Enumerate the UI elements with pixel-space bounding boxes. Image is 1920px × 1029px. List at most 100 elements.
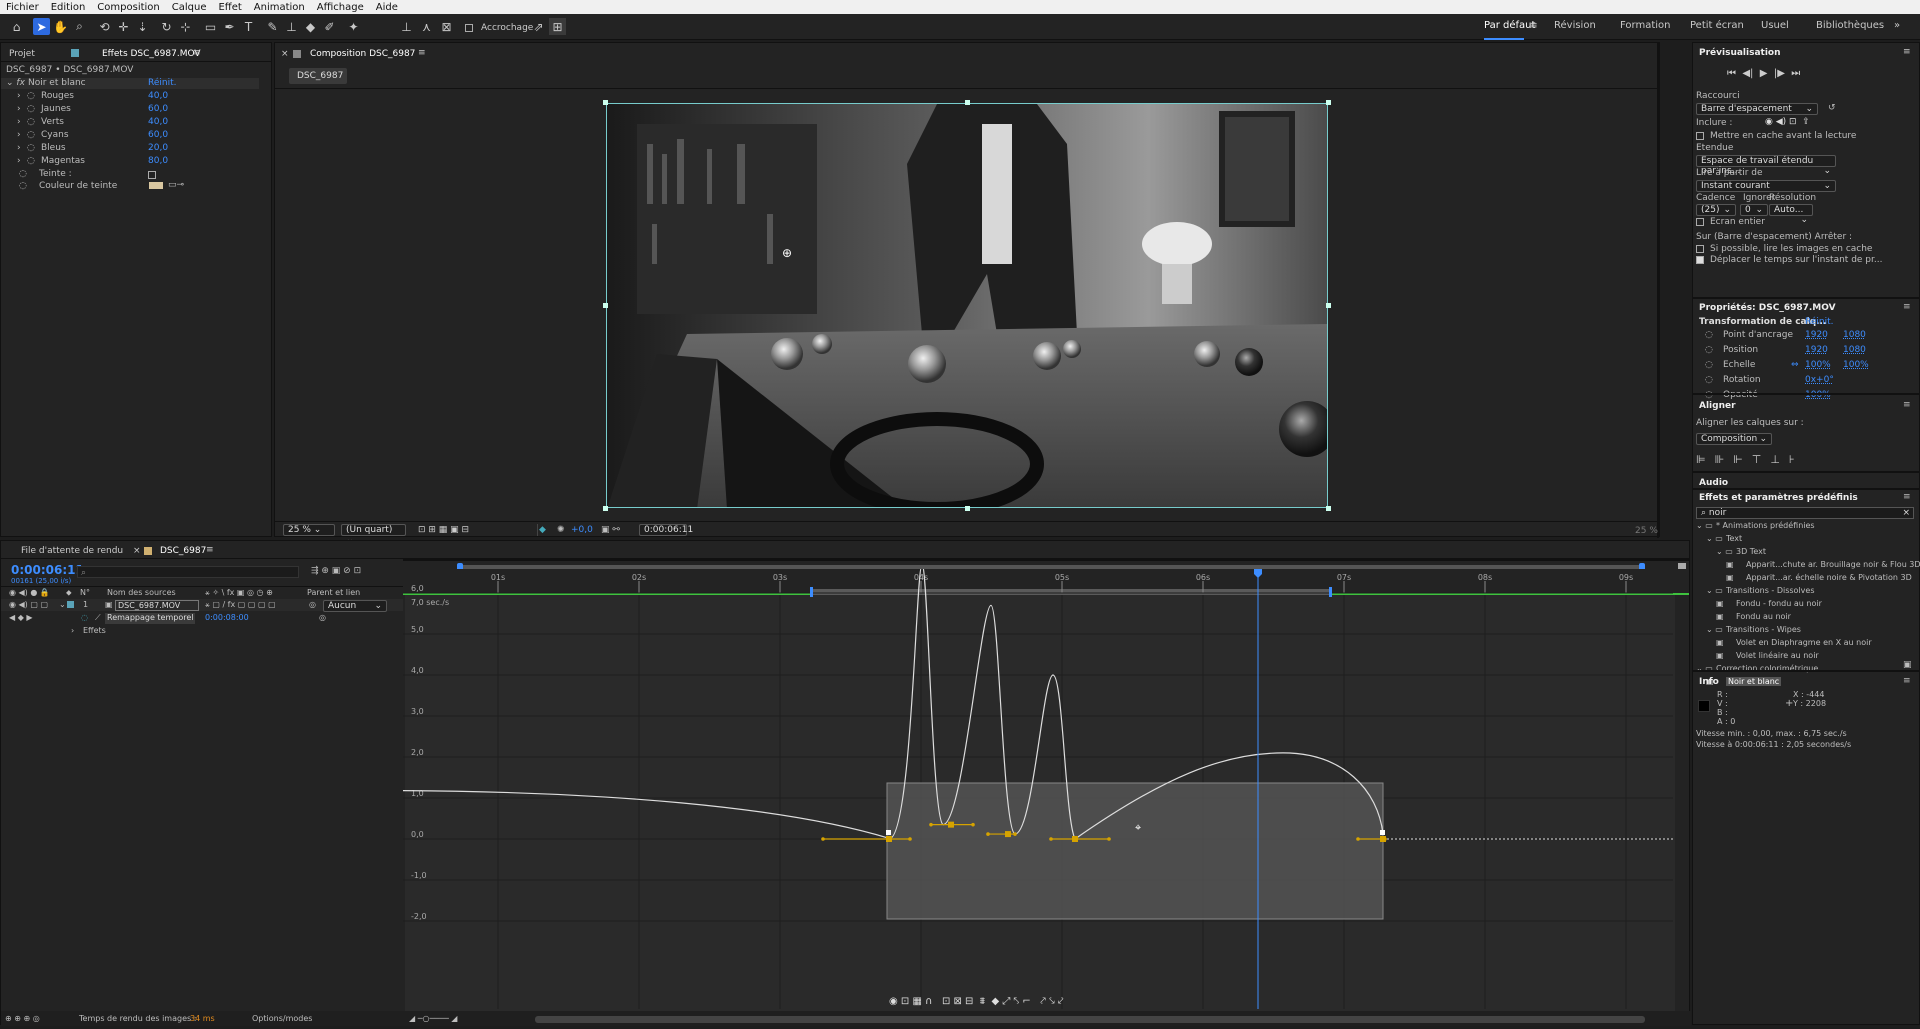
- pen-tool-icon[interactable]: ✒: [221, 18, 238, 35]
- keyframe-selection-box[interactable]: [886, 782, 1384, 920]
- snap-checkbox[interactable]: [465, 23, 473, 34]
- range-dropdown[interactable]: Espace de travail étendu par ins... ⌄: [1696, 155, 1836, 176]
- lock-icon[interactable]: [293, 50, 301, 58]
- bezier-handle[interactable]: [821, 837, 825, 841]
- tree-item[interactable]: Fondu au noir: [1736, 612, 1791, 621]
- tab-timeline-comp[interactable]: DSC_6987: [160, 546, 206, 556]
- exposure-value[interactable]: +0,0: [571, 525, 593, 535]
- keyframe-nav-icon[interactable]: ◀ ◆ ▶: [9, 613, 33, 622]
- tree-item[interactable]: Fondu - fondu au noir: [1736, 599, 1822, 608]
- panel-menu-icon[interactable]: ≡: [1903, 492, 1911, 502]
- snap-options-icon[interactable]: ⇗: [530, 18, 547, 35]
- preset-icon[interactable]: ▣: [1716, 612, 1724, 621]
- anchor-tool-icon[interactable]: ⊹: [177, 18, 194, 35]
- keyframe-marker[interactable]: [1380, 836, 1386, 842]
- workspace-overflow-icon[interactable]: »: [1894, 20, 1900, 31]
- property-value-1[interactable]: 0x+0°: [1805, 375, 1834, 385]
- stopwatch-icon[interactable]: ◌: [81, 613, 88, 622]
- tree-item[interactable]: Apparit...ar. échelle noire & Pivotation…: [1746, 573, 1912, 582]
- tree-item[interactable]: Volet linéaire au noir: [1736, 651, 1819, 660]
- bezier-handle[interactable]: [986, 832, 990, 836]
- expand-layer-icon[interactable]: ⌄: [59, 600, 66, 609]
- timeline-search-input[interactable]: ⌕: [77, 566, 299, 578]
- stopwatch-icon[interactable]: ◌: [1705, 330, 1713, 340]
- bezier-handle[interactable]: [929, 822, 933, 827]
- panel-menu-icon[interactable]: ≡: [1903, 400, 1911, 410]
- workspace-default[interactable]: Par défaut: [1484, 20, 1535, 31]
- tree-item[interactable]: Apparit...chute ar. Brouillage noir & Fl…: [1746, 560, 1920, 569]
- property-value-2[interactable]: 1080: [1843, 330, 1866, 340]
- menu-aide[interactable]: Aide: [370, 2, 404, 13]
- timeline-scrollbar[interactable]: [535, 1016, 1645, 1023]
- stopwatch-icon[interactable]: ◌: [27, 104, 35, 114]
- property-value-1[interactable]: 1920: [1805, 330, 1828, 340]
- property-value-1[interactable]: 100%: [1805, 390, 1831, 400]
- graph-editor[interactable]: 01s 02s 03s 04s 05s 06s 07s 08s 09s 7,0 sec./s 6,0…: [403, 569, 1689, 1029]
- stopwatch-icon[interactable]: ◌: [27, 130, 35, 140]
- preset-icon[interactable]: ▣: [1716, 599, 1724, 608]
- tab-render-queue[interactable]: File d'attente de rendu: [21, 546, 123, 556]
- panel-menu-icon[interactable]: ≡: [1903, 676, 1911, 686]
- snapshot-icon[interactable]: ▣ ⚯: [601, 525, 620, 535]
- snap-grid-icon[interactable]: ⊞: [549, 18, 566, 35]
- tree-item[interactable]: Volet en Diaphragme en X au noir: [1736, 638, 1872, 647]
- roto-brush-icon[interactable]: ✐: [321, 18, 338, 35]
- pickwhip-icon[interactable]: ◎: [319, 613, 326, 622]
- menu-calque[interactable]: Calque: [166, 2, 213, 13]
- expand-param-icon[interactable]: ›: [17, 143, 21, 153]
- bezier-handle[interactable]: [1356, 837, 1360, 841]
- expand-param-icon[interactable]: ›: [17, 156, 21, 166]
- stopwatch-icon[interactable]: ◌: [27, 156, 35, 166]
- preset-icon[interactable]: ▣: [1726, 560, 1734, 569]
- transform-handle[interactable]: [965, 506, 970, 511]
- comp-breadcrumb-chip[interactable]: DSC_6987: [289, 68, 347, 84]
- tab-composition[interactable]: Composition DSC_6987: [310, 49, 415, 59]
- tree-item[interactable]: Noir et blanc: [1726, 677, 1782, 686]
- folder-icon[interactable]: ⌄ ▭: [1716, 547, 1733, 556]
- time-remap-value[interactable]: 0:00:08:00: [205, 613, 249, 622]
- stopwatch-icon[interactable]: ◌: [27, 143, 35, 153]
- panel-menu-icon[interactable]: ≡: [193, 48, 201, 58]
- param-value[interactable]: 60,0: [148, 130, 168, 140]
- time-remap-label[interactable]: Remappage temporel: [105, 613, 195, 624]
- zoom-tool-icon[interactable]: ⌕: [71, 18, 88, 35]
- stopwatch-icon[interactable]: ◌: [1705, 345, 1713, 355]
- shortcut-dropdown[interactable]: Barre d'espacement ⌄: [1696, 103, 1818, 115]
- anchor-point-icon[interactable]: ⊕: [782, 246, 792, 260]
- tree-item[interactable]: Text: [1726, 534, 1742, 543]
- home-icon[interactable]: ⌂: [8, 18, 25, 35]
- tab-effect-controls[interactable]: Effets DSC_6987.MOV: [102, 49, 201, 59]
- workspace-formation[interactable]: Formation: [1620, 20, 1670, 31]
- col-source-name[interactable]: Nom des sources: [107, 588, 176, 597]
- folder-icon[interactable]: ⌄ ▭: [1706, 534, 1723, 543]
- bezier-handle[interactable]: [1107, 837, 1111, 841]
- selection-corner-handle[interactable]: [1380, 830, 1385, 835]
- puppet-tool-icon[interactable]: ✦: [345, 18, 362, 35]
- view-axis-icon[interactable]: ⊠: [438, 18, 455, 35]
- layer-switches-icon[interactable]: ⚹ ▢ / fx ▢ ▢ ▢ ▢: [205, 600, 276, 610]
- close-tab-icon[interactable]: ×: [281, 49, 289, 59]
- zoom-slider-icon[interactable]: ◢ ─○──── ◢: [409, 1014, 457, 1023]
- effects-search-input[interactable]: ⌕ noir ×: [1696, 507, 1914, 519]
- param-value[interactable]: 80,0: [148, 156, 168, 166]
- stopwatch-icon[interactable]: ◌: [27, 117, 35, 127]
- effect-reset-link[interactable]: Réinit.: [148, 78, 176, 88]
- dolly-camera-icon[interactable]: ⇣: [134, 18, 151, 35]
- transform-handle[interactable]: [603, 303, 608, 308]
- property-value-2[interactable]: 1080: [1843, 345, 1866, 355]
- workspace-usuel[interactable]: Usuel: [1761, 20, 1789, 31]
- stopwatch-icon[interactable]: ◌: [1705, 375, 1713, 385]
- expand-param-icon[interactable]: ›: [17, 130, 21, 140]
- frame-rate-dropdown[interactable]: (25) ⌄: [1696, 204, 1736, 216]
- tree-item[interactable]: * Animations prédéfinies: [1716, 521, 1815, 530]
- expand-param-icon[interactable]: ›: [17, 104, 21, 114]
- align-buttons-icon[interactable]: ⊫⊪⊩⊤⊥⊦: [1696, 453, 1804, 466]
- footer-toggles-icon[interactable]: ⊕ ⊕ ⊕ ◎: [5, 1014, 40, 1023]
- exposure-icon[interactable]: ✺: [557, 525, 565, 535]
- tab-project[interactable]: Projet: [9, 49, 35, 59]
- stopwatch-icon[interactable]: ◌: [19, 169, 27, 179]
- fx-icon[interactable]: ⌄ fx: [6, 78, 25, 88]
- panel-splitter[interactable]: [1657, 43, 1659, 538]
- cache-checkbox[interactable]: [1696, 131, 1704, 141]
- graph-icon[interactable]: ⟋: [95, 613, 101, 623]
